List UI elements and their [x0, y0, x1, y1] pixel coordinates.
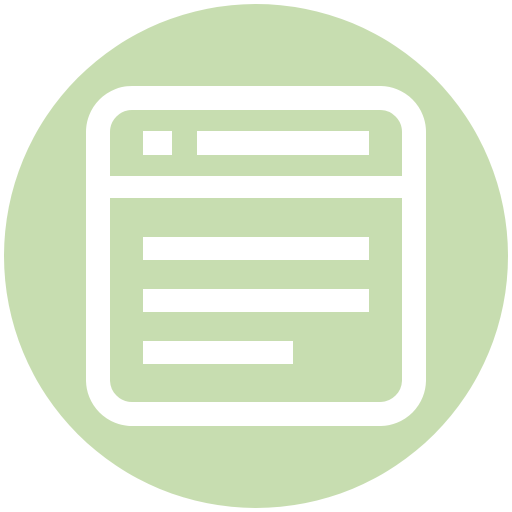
content-line-2	[143, 289, 369, 312]
content-line-1	[143, 237, 369, 260]
browser-window-icon	[0, 0, 512, 512]
address-bar	[197, 131, 369, 155]
browser-window-icon-graphic	[4, 4, 508, 508]
content-line-3	[143, 341, 293, 364]
title-bar-divider	[98, 176, 414, 198]
window-button-square	[143, 131, 172, 155]
